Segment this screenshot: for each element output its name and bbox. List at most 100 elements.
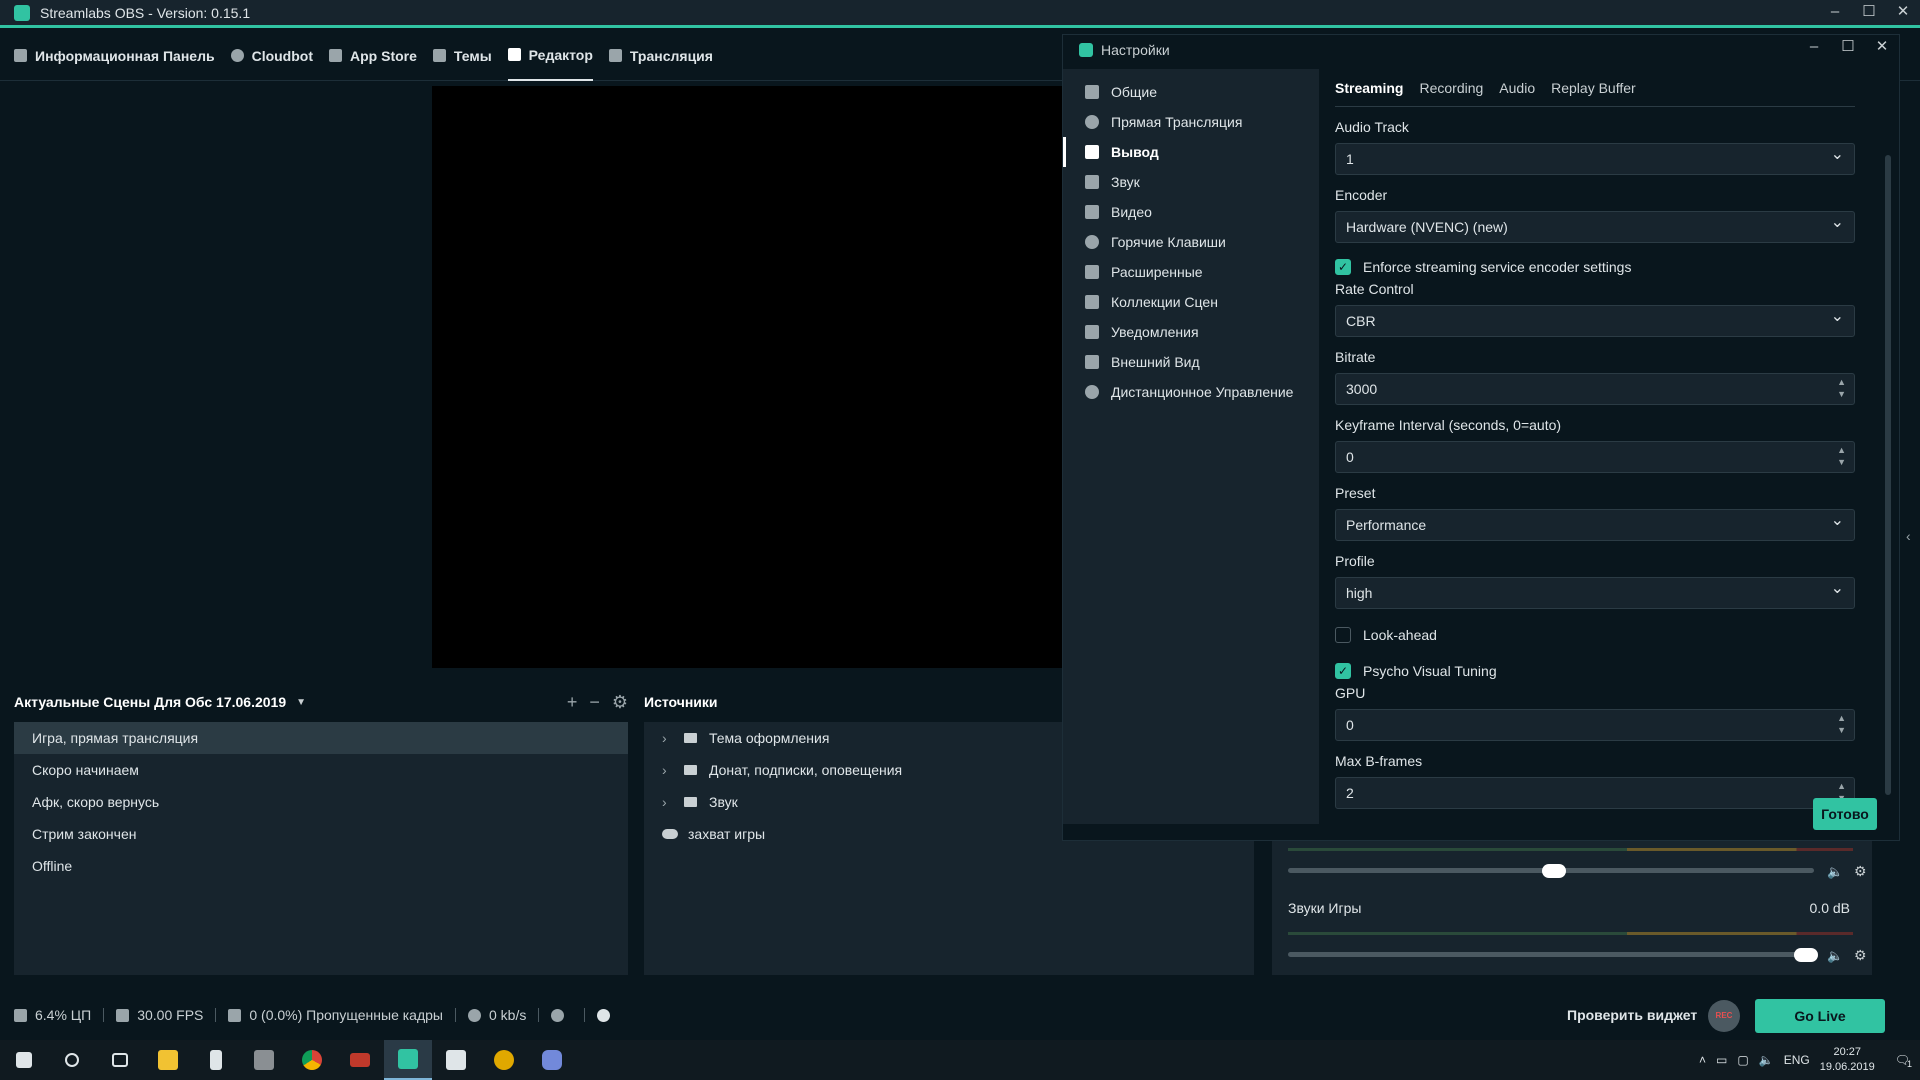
- streamlabs-button[interactable]: [384, 1040, 432, 1080]
- stream-preview[interactable]: [432, 86, 1064, 668]
- clock[interactable]: 20:27 19.06.2019: [1820, 1045, 1875, 1075]
- spin-icon[interactable]: ▲▼: [1837, 376, 1846, 400]
- info-stat[interactable]: [597, 1008, 618, 1022]
- add-icon[interactable]: +: [567, 692, 578, 713]
- encoder-select[interactable]: Hardware (NVENC) (new): [1335, 208, 1855, 243]
- taskbar-app[interactable]: [480, 1040, 528, 1080]
- sidebar-item-stream[interactable]: Прямая Трансляция: [1063, 107, 1319, 137]
- scene-item[interactable]: Игра, прямая трансляция: [14, 722, 628, 754]
- tab-audio[interactable]: Audio: [1499, 80, 1535, 96]
- sidebar-item-video[interactable]: Видео: [1063, 197, 1319, 227]
- task-view-button[interactable]: [96, 1040, 144, 1080]
- sidebar-item-appearance[interactable]: Внешний Вид: [1063, 347, 1319, 377]
- speaker-icon[interactable]: 🔈: [1827, 948, 1843, 964]
- minimize-icon[interactable]: –: [1797, 35, 1831, 65]
- nav-live[interactable]: Трансляция: [608, 31, 713, 81]
- system-tray: ˄ ▭ ▢ 🔈 ENG 20:27 19.06.2019 🗨 1: [1699, 1040, 1912, 1080]
- chevron-right-icon[interactable]: ›: [662, 754, 684, 786]
- settings-scrollbar[interactable]: [1885, 155, 1891, 795]
- minimize-icon[interactable]: –: [1818, 0, 1852, 26]
- nav-app-store[interactable]: App Store: [329, 31, 417, 81]
- gpu-input[interactable]: 0 ▲ ▼: [1335, 709, 1855, 741]
- maximize-icon[interactable]: ☐: [1831, 35, 1865, 65]
- checkbox-checked-icon[interactable]: ✓: [1335, 259, 1351, 275]
- dashboard-icon: [14, 49, 27, 62]
- preset-select[interactable]: Performance: [1335, 506, 1855, 541]
- tab-replay-buffer[interactable]: Replay Buffer: [1551, 80, 1636, 96]
- taskbar-app[interactable]: [240, 1040, 288, 1080]
- scene-item[interactable]: Скоро начинаем: [14, 754, 628, 786]
- speaker-icon[interactable]: 🔈: [1827, 864, 1843, 880]
- volume-icon[interactable]: 🔈: [1759, 1053, 1774, 1067]
- lookahead-checkbox-row[interactable]: Look-ahead: [1335, 625, 1855, 645]
- sidebar-item-label: Вывод: [1111, 144, 1159, 160]
- scene-tools: + − ⚙: [567, 692, 628, 713]
- discord-button[interactable]: [528, 1040, 576, 1080]
- streamlabs-logo-icon: [1079, 43, 1093, 57]
- record-button[interactable]: REC: [1708, 1000, 1740, 1032]
- chevron-right-icon[interactable]: ›: [662, 722, 684, 754]
- close-icon[interactable]: ✕: [1865, 35, 1899, 65]
- check-widget-link[interactable]: Проверить виджет: [1567, 1007, 1697, 1023]
- scenes-title[interactable]: Актуальные Сцены Для Обс 17.06.2019 ▼: [14, 694, 306, 710]
- gear-icon[interactable]: ⚙: [612, 692, 628, 713]
- sidebar-item-output[interactable]: Вывод: [1063, 137, 1319, 167]
- scene-item[interactable]: Афк, скоро вернусь: [14, 786, 628, 818]
- language-indicator[interactable]: ENG: [1784, 1053, 1810, 1067]
- maximize-icon[interactable]: ☐: [1852, 0, 1886, 26]
- gear-icon[interactable]: ⚙: [1854, 947, 1867, 964]
- bframes-input[interactable]: 2▲▼: [1335, 777, 1855, 809]
- spin-icon[interactable]: ▲▼: [1837, 444, 1846, 468]
- start-button[interactable]: [0, 1040, 48, 1080]
- psycho-checkbox-row[interactable]: ✓ Psycho Visual Tuning: [1335, 661, 1855, 681]
- sidebar-item-general[interactable]: Общие: [1063, 77, 1319, 107]
- search-button[interactable]: [48, 1040, 96, 1080]
- profile-select[interactable]: high: [1335, 574, 1855, 609]
- nav-editor[interactable]: Редактор: [507, 31, 593, 81]
- keyframe-input[interactable]: 0 ▲ ▼: [1335, 441, 1855, 473]
- volume-slider[interactable]: [1288, 952, 1814, 957]
- network-icon[interactable]: ▭: [1716, 1053, 1727, 1067]
- slider-handle[interactable]: [1542, 864, 1566, 878]
- notifications-icon[interactable]: 🗨 1: [1885, 1053, 1912, 1069]
- audio-track-select[interactable]: 1: [1335, 140, 1855, 175]
- explorer-button[interactable]: [144, 1040, 192, 1080]
- scene-item[interactable]: Стрим закончен: [14, 818, 628, 850]
- scene-item[interactable]: Offline: [14, 850, 628, 882]
- remove-icon[interactable]: −: [589, 692, 600, 713]
- tab-recording[interactable]: Recording: [1419, 80, 1483, 96]
- nav-themes[interactable]: Темы: [432, 31, 492, 81]
- bitrate-input[interactable]: 3000 ▲ ▼: [1335, 373, 1855, 405]
- sidebar-item-notifications[interactable]: Уведомления: [1063, 317, 1319, 347]
- done-button[interactable]: Готово: [1813, 798, 1877, 830]
- tab-streaming[interactable]: Streaming: [1335, 80, 1403, 96]
- slider-handle[interactable]: [1794, 948, 1818, 962]
- sidebar-item-remote-control[interactable]: Дистанционное Управление: [1063, 377, 1319, 407]
- chrome-button[interactable]: [288, 1040, 336, 1080]
- chevron-up-icon[interactable]: ˄: [1699, 1053, 1706, 1067]
- checkbox-unchecked-icon[interactable]: [1335, 627, 1351, 643]
- checkbox-checked-icon[interactable]: ✓: [1335, 663, 1351, 679]
- cloudbot-icon: [230, 49, 244, 62]
- cloud-stat[interactable]: [551, 1008, 572, 1022]
- clock-time: 20:27: [1833, 1046, 1861, 1058]
- display-icon[interactable]: ▢: [1737, 1053, 1748, 1067]
- gear-icon[interactable]: ⚙: [1854, 863, 1867, 880]
- nav-cloudbot[interactable]: Cloudbot: [230, 31, 313, 81]
- sidebar-item-scene-collections[interactable]: Коллекции Сцен: [1063, 287, 1319, 317]
- sidebar-item-advanced[interactable]: Расширенные: [1063, 257, 1319, 287]
- go-live-button[interactable]: Go Live: [1755, 999, 1885, 1033]
- taskbar-app[interactable]: [192, 1040, 240, 1080]
- chevron-right-icon[interactable]: ›: [662, 786, 684, 818]
- chevron-left-icon[interactable]: ‹: [1906, 528, 1911, 544]
- enforce-checkbox-row[interactable]: ✓ Enforce streaming service encoder setti…: [1335, 257, 1855, 277]
- rate-control-label: Rate Control: [1335, 281, 1414, 297]
- taskbar-app[interactable]: [432, 1040, 480, 1080]
- rate-control-select[interactable]: CBR: [1335, 302, 1855, 337]
- spin-icon[interactable]: ▲▼: [1837, 712, 1846, 736]
- close-icon[interactable]: ✕: [1886, 0, 1920, 26]
- nav-dashboard[interactable]: Информационная Панель: [14, 31, 215, 81]
- voicemeeter-button[interactable]: [336, 1040, 384, 1080]
- sidebar-item-audio[interactable]: Звук: [1063, 167, 1319, 197]
- sidebar-item-hotkeys[interactable]: Горячие Клавиши: [1063, 227, 1319, 257]
